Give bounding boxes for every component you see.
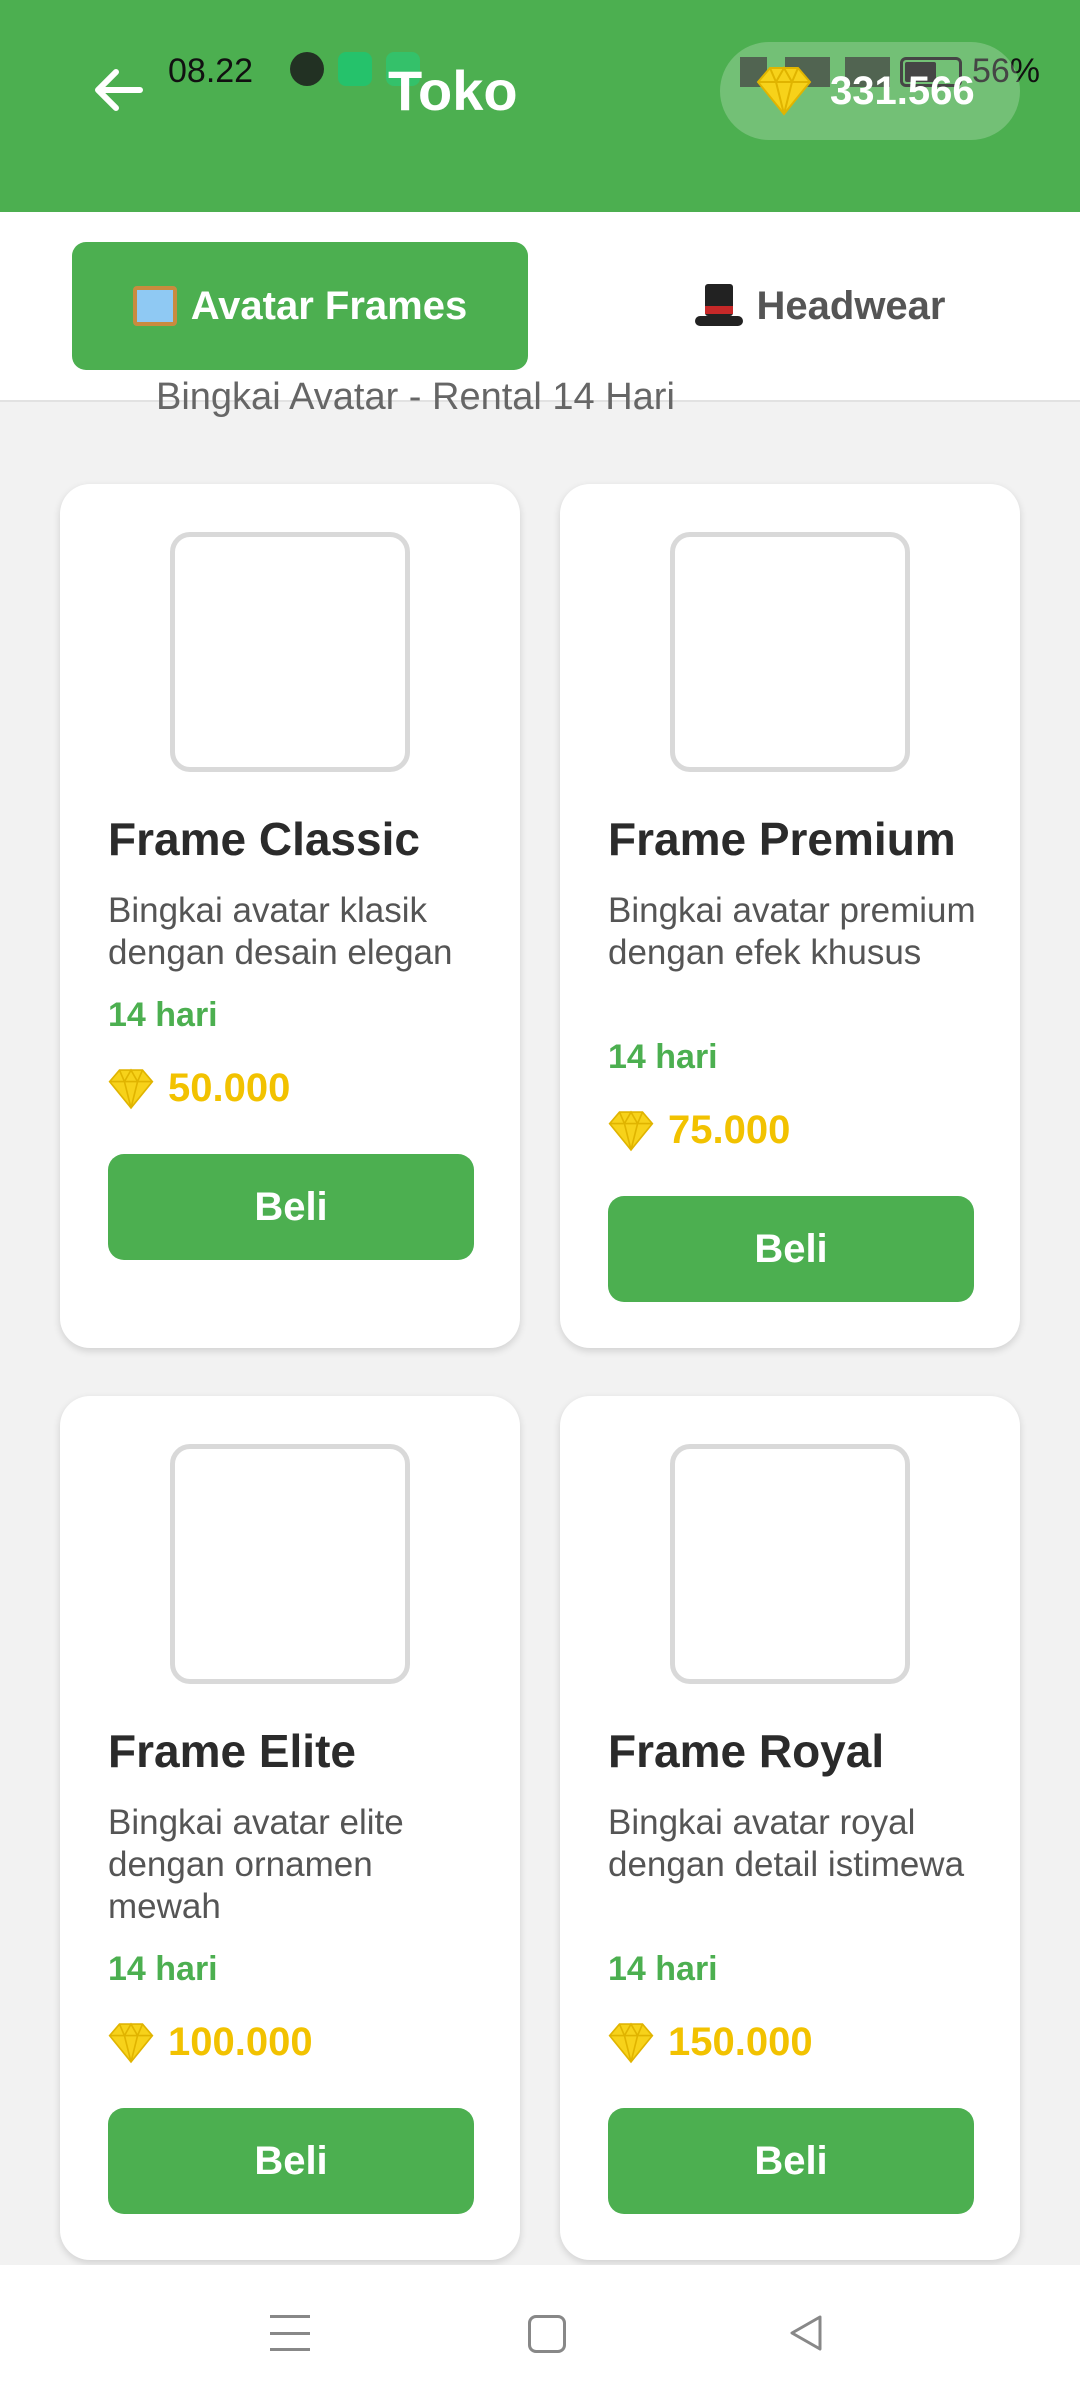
frame-preview bbox=[170, 1444, 410, 1684]
framed-picture-icon bbox=[132, 286, 177, 326]
tab-headwear[interactable]: Headwear bbox=[600, 242, 1040, 370]
chat-icon bbox=[290, 52, 324, 86]
product-name: Frame Royal bbox=[608, 1725, 885, 1777]
product-description: Bingkai avatar royal dengan detail istim… bbox=[608, 1803, 965, 1884]
product-name: Frame Elite bbox=[108, 1725, 356, 1777]
product-name: Frame Premium bbox=[608, 813, 956, 865]
diamond-icon bbox=[108, 2021, 154, 2063]
arrow-left-icon bbox=[95, 69, 143, 111]
product-price: 75.000 bbox=[608, 1108, 790, 1153]
product-duration: 14 hari bbox=[608, 1038, 718, 1076]
product-price: 100.000 bbox=[108, 2020, 313, 2065]
back-triangle-icon[interactable] bbox=[786, 2313, 826, 2353]
page-title: Toko bbox=[388, 59, 518, 122]
buy-button[interactable]: Beli bbox=[608, 1196, 974, 1302]
tab-label: Avatar Frames bbox=[190, 283, 468, 328]
frame-preview bbox=[170, 532, 410, 772]
system-nav-bar bbox=[0, 2265, 1080, 2400]
product-price: 50.000 bbox=[108, 1066, 290, 1111]
tab-avatar-frames[interactable]: Avatar Frames bbox=[72, 242, 528, 370]
price-amount: 100.000 bbox=[168, 2020, 313, 2064]
home-icon[interactable] bbox=[528, 2315, 566, 2353]
product-description: Bingkai avatar klasik dengan desain eleg… bbox=[108, 891, 453, 972]
diamond-icon bbox=[108, 1067, 154, 1109]
price-amount: 150.000 bbox=[668, 2020, 813, 2064]
buy-button[interactable]: Beli bbox=[608, 2108, 974, 2214]
product-description: Bingkai avatar premium dengan efek khusu… bbox=[608, 891, 976, 972]
price-amount: 50.000 bbox=[168, 1066, 291, 1110]
app-header: 08.22 56% Toko 331.566 bbox=[0, 0, 1080, 212]
product-name: Frame Classic bbox=[108, 813, 420, 865]
category-tabs: Avatar Frames Headwear bbox=[0, 212, 1080, 402]
product-card: Frame Royal Bingkai avatar royal dengan … bbox=[560, 1396, 1020, 2260]
balance-value: 331.566 bbox=[830, 68, 975, 113]
product-description: Bingkai avatar elite dengan ornamen mewa… bbox=[108, 1803, 404, 1926]
product-price: 150.000 bbox=[608, 2020, 813, 2065]
frame-preview bbox=[670, 532, 910, 772]
product-card: Frame Elite Bingkai avatar elite dengan … bbox=[60, 1396, 520, 2260]
product-duration: 14 hari bbox=[108, 996, 218, 1034]
balance-chip: 331.566 bbox=[720, 42, 1020, 140]
menu-icon[interactable] bbox=[270, 2315, 310, 2351]
product-card: Frame Classic Bingkai avatar klasik deng… bbox=[60, 484, 520, 1348]
diamond-icon bbox=[756, 66, 812, 116]
price-amount: 75.000 bbox=[668, 1108, 791, 1152]
status-time: 08.22 bbox=[168, 52, 254, 90]
frame-preview bbox=[670, 1444, 910, 1684]
product-card: Frame Premium Bingkai avatar premium den… bbox=[560, 484, 1020, 1348]
back-button[interactable] bbox=[88, 60, 148, 120]
phone-icon bbox=[338, 52, 372, 86]
diamond-icon bbox=[608, 2021, 654, 2063]
diamond-icon bbox=[608, 1109, 654, 1151]
top-hat-icon bbox=[694, 284, 743, 328]
product-duration: 14 hari bbox=[108, 1950, 218, 1988]
buy-button[interactable]: Beli bbox=[108, 1154, 474, 1260]
tab-label: Headwear bbox=[756, 283, 946, 328]
section-caption: Bingkai Avatar - Rental 14 Hari bbox=[156, 376, 675, 418]
product-duration: 14 hari bbox=[608, 1950, 718, 1988]
buy-button[interactable]: Beli bbox=[108, 2108, 474, 2214]
